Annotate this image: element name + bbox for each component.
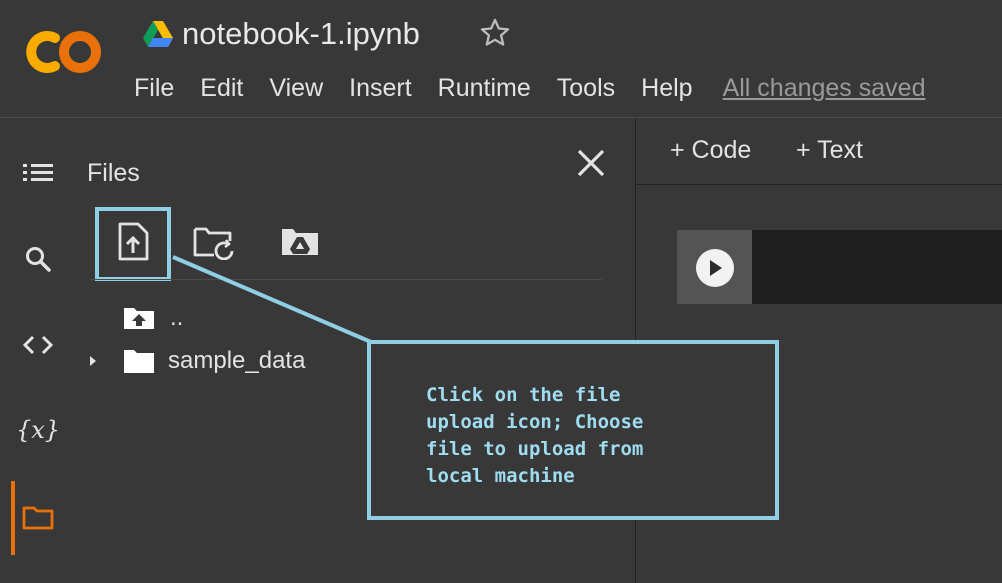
menu-bar: File Edit View Insert Runtime Tools Help… xyxy=(121,70,925,106)
files-panel-title: Files xyxy=(87,159,140,187)
colab-logo[interactable] xyxy=(25,26,105,78)
add-text-button[interactable]: + Text xyxy=(796,133,863,167)
add-code-button[interactable]: + Code xyxy=(670,133,751,167)
list-item[interactable]: .. xyxy=(122,300,183,336)
menu-file[interactable]: File xyxy=(121,71,187,105)
toolbar-divider xyxy=(90,279,602,280)
star-outline-icon[interactable] xyxy=(478,16,512,50)
menu-edit[interactable]: Edit xyxy=(187,71,256,105)
save-status-link[interactable]: All changes saved xyxy=(706,71,926,105)
list-item-label: sample_data xyxy=(168,347,306,374)
list-item-label: .. xyxy=(170,304,184,331)
variables-icon[interactable]: {x} xyxy=(16,410,60,450)
callout-text: Click on the file upload icon; Choose fi… xyxy=(426,384,644,487)
folder-up-icon xyxy=(124,308,154,329)
folder-icon[interactable] xyxy=(18,497,58,537)
menu-tools[interactable]: Tools xyxy=(544,71,628,105)
rail-active-indicator xyxy=(11,481,15,555)
refresh-folder-icon[interactable] xyxy=(192,220,236,264)
upload-highlight-box xyxy=(95,207,171,281)
play-circle-icon[interactable] xyxy=(696,249,734,287)
code-snippets-icon[interactable] xyxy=(18,325,58,365)
caret-right-icon[interactable] xyxy=(84,351,100,371)
table-of-contents-icon[interactable] xyxy=(18,153,58,193)
search-icon[interactable] xyxy=(18,239,58,279)
menu-view[interactable]: View xyxy=(256,71,336,105)
notebook-title[interactable]: notebook-1.ipynb xyxy=(182,14,420,54)
mount-drive-icon[interactable] xyxy=(278,220,322,264)
google-drive-icon xyxy=(143,21,173,47)
menu-help[interactable]: Help xyxy=(628,71,705,105)
menu-runtime[interactable]: Runtime xyxy=(425,71,544,105)
close-icon[interactable] xyxy=(571,143,611,183)
list-item[interactable]: sample_data xyxy=(84,342,305,380)
menu-insert[interactable]: Insert xyxy=(336,71,425,105)
folder-icon xyxy=(124,350,154,373)
